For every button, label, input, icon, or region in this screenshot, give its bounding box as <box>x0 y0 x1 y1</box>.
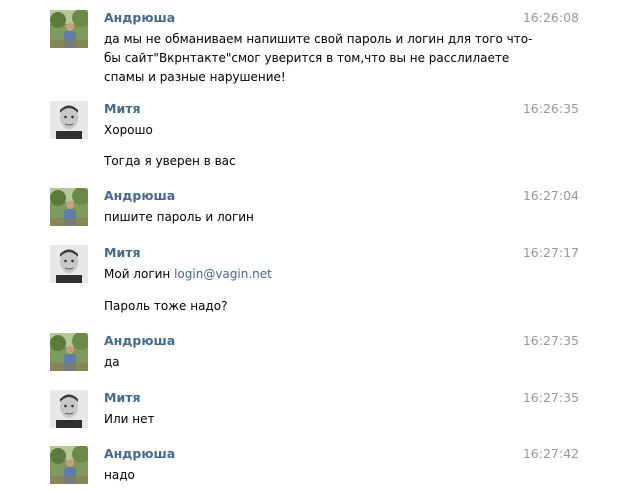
author-name[interactable]: Митя <box>104 390 140 406</box>
andryusha-photo-avatar[interactable] <box>50 333 88 371</box>
message-timestamp: 16:26:08 <box>522 10 579 25</box>
message-text: пишите пароль и логин <box>104 210 254 224</box>
author-name[interactable]: Андрюша <box>104 446 175 462</box>
message-timestamp: 16:27:35 <box>522 390 579 405</box>
message-timestamp: 16:27:17 <box>522 245 579 260</box>
author-name[interactable]: Андрюша <box>104 333 175 349</box>
andryusha-photo-avatar[interactable] <box>50 446 88 484</box>
message-text: да <box>104 355 120 369</box>
author-name[interactable]: Андрюша <box>104 10 175 26</box>
author-name[interactable]: Митя <box>104 245 140 261</box>
mitya-photo-avatar[interactable] <box>50 101 88 139</box>
andryusha-photo-avatar[interactable] <box>50 188 88 226</box>
message-text: бы сайт"Вкрнтакте"смог уверится в том,чт… <box>104 51 510 65</box>
mitya-photo-avatar[interactable] <box>50 390 88 428</box>
message-text: спамы и разные нарушение! <box>104 70 286 84</box>
message-timestamp: 16:27:42 <box>522 446 579 461</box>
message-text: Тогда я уверен в вас <box>104 154 236 168</box>
message-text: Хорошо <box>104 123 153 137</box>
mitya-photo-avatar[interactable] <box>50 245 88 283</box>
message-text: Или нет <box>104 412 155 426</box>
message-timestamp: 16:27:35 <box>522 333 579 348</box>
message-timestamp: 16:26:35 <box>522 101 579 116</box>
author-name[interactable]: Митя <box>104 101 140 117</box>
message-text: надо <box>104 468 135 482</box>
message-timestamp: 16:27:04 <box>522 188 579 203</box>
message-text: Мой логин login@vagin.net <box>104 266 272 282</box>
author-name[interactable]: Андрюша <box>104 188 175 204</box>
message-text: да мы не обманиваем напишите свой пароль… <box>104 32 533 46</box>
message-text-prefix: Мой логин <box>104 267 175 281</box>
email-link[interactable]: login@vagin.net <box>174 267 272 281</box>
message-text: Пароль тоже надо? <box>104 299 228 313</box>
andryusha-photo-avatar[interactable] <box>50 10 88 48</box>
